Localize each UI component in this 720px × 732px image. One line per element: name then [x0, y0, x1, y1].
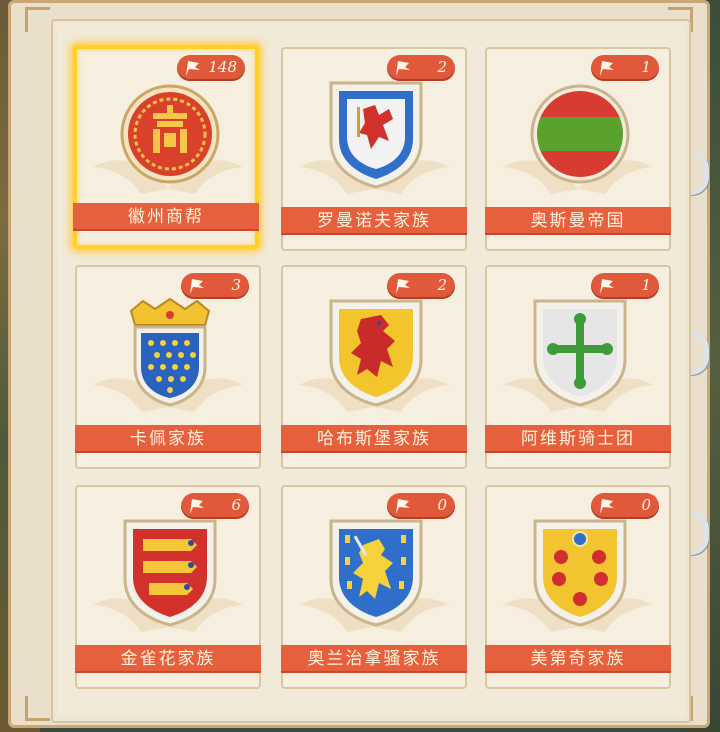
emblem-card-romanov[interactable]: 2 罗曼诺夫家族	[281, 47, 467, 251]
emblem-card-huizhou[interactable]: 148 徽州商帮	[73, 45, 259, 249]
count-badge: 6	[181, 493, 249, 519]
corner-ornament	[25, 7, 50, 32]
emblem-grid-page: 148 徽州商帮 2 罗曼诺夫家族 1 奥斯曼帝国 3 卡佩家族 2 哈布斯堡家…	[51, 19, 691, 723]
count-text: 1	[641, 276, 651, 294]
flag-icon	[190, 499, 204, 514]
flag-icon	[396, 61, 410, 76]
emblem-card-orange-nassau[interactable]: 0 奥兰治拿骚家族	[281, 485, 467, 689]
three-lions-shield-icon	[123, 519, 217, 627]
count-text: 6	[231, 496, 241, 514]
count-text: 0	[437, 496, 447, 514]
count-badge: 3	[181, 273, 249, 299]
count-badge: 2	[387, 273, 455, 299]
flag-icon	[396, 279, 410, 294]
emblem-name-label: 卡佩家族	[75, 425, 261, 453]
count-badge: 1	[591, 273, 659, 299]
emblem-name-label: 徽州商帮	[73, 203, 259, 231]
flag-icon	[600, 61, 614, 76]
medici-balls-shield-icon	[533, 519, 627, 627]
count-badge: 2	[387, 55, 455, 81]
griffin-shield-icon	[329, 81, 423, 189]
fleur-de-lis-crown-shield-icon	[129, 297, 211, 407]
huizhou-seal-icon	[120, 84, 220, 184]
count-text: 0	[641, 496, 651, 514]
red-lion-shield-icon	[329, 299, 423, 407]
emblem-name-label: 美第奇家族	[485, 645, 671, 673]
flag-icon	[396, 499, 410, 514]
flag-icon	[186, 61, 200, 76]
count-text: 148	[208, 58, 237, 76]
count-text: 2	[437, 58, 447, 76]
count-badge: 1	[591, 55, 659, 81]
gold-lion-billets-shield-icon	[329, 519, 423, 627]
emblem-name-label: 奥斯曼帝国	[485, 207, 671, 235]
emblem-name-label: 罗曼诺夫家族	[281, 207, 467, 235]
count-text: 1	[641, 58, 651, 76]
emblem-name-label: 阿维斯骑士团	[485, 425, 671, 453]
count-badge: 0	[387, 493, 455, 519]
count-badge: 0	[591, 493, 659, 519]
crescents-roundel-icon	[530, 84, 630, 184]
emblem-card-medici[interactable]: 0 美第奇家族	[485, 485, 671, 689]
emblem-card-avis[interactable]: 1 阿维斯骑士团	[485, 265, 671, 469]
flag-icon	[190, 279, 204, 294]
flag-icon	[600, 279, 614, 294]
emblem-name-label: 奥兰治拿骚家族	[281, 645, 467, 673]
emblem-card-plantagenet[interactable]: 6 金雀花家族	[75, 485, 261, 689]
count-text: 2	[437, 276, 447, 294]
emblem-card-ottoman[interactable]: 1 奥斯曼帝国	[485, 47, 671, 251]
collection-book: 148 徽州商帮 2 罗曼诺夫家族 1 奥斯曼帝国 3 卡佩家族 2 哈布斯堡家…	[8, 0, 710, 728]
count-text: 3	[231, 276, 241, 294]
emblem-name-label: 哈布斯堡家族	[281, 425, 467, 453]
emblem-name-label: 金雀花家族	[75, 645, 261, 673]
emblem-card-habsburg[interactable]: 2 哈布斯堡家族	[281, 265, 467, 469]
count-badge: 148	[177, 55, 245, 81]
emblem-card-capet[interactable]: 3 卡佩家族	[75, 265, 261, 469]
flag-icon	[600, 499, 614, 514]
corner-ornament	[25, 696, 50, 721]
green-cross-shield-icon	[533, 299, 627, 407]
